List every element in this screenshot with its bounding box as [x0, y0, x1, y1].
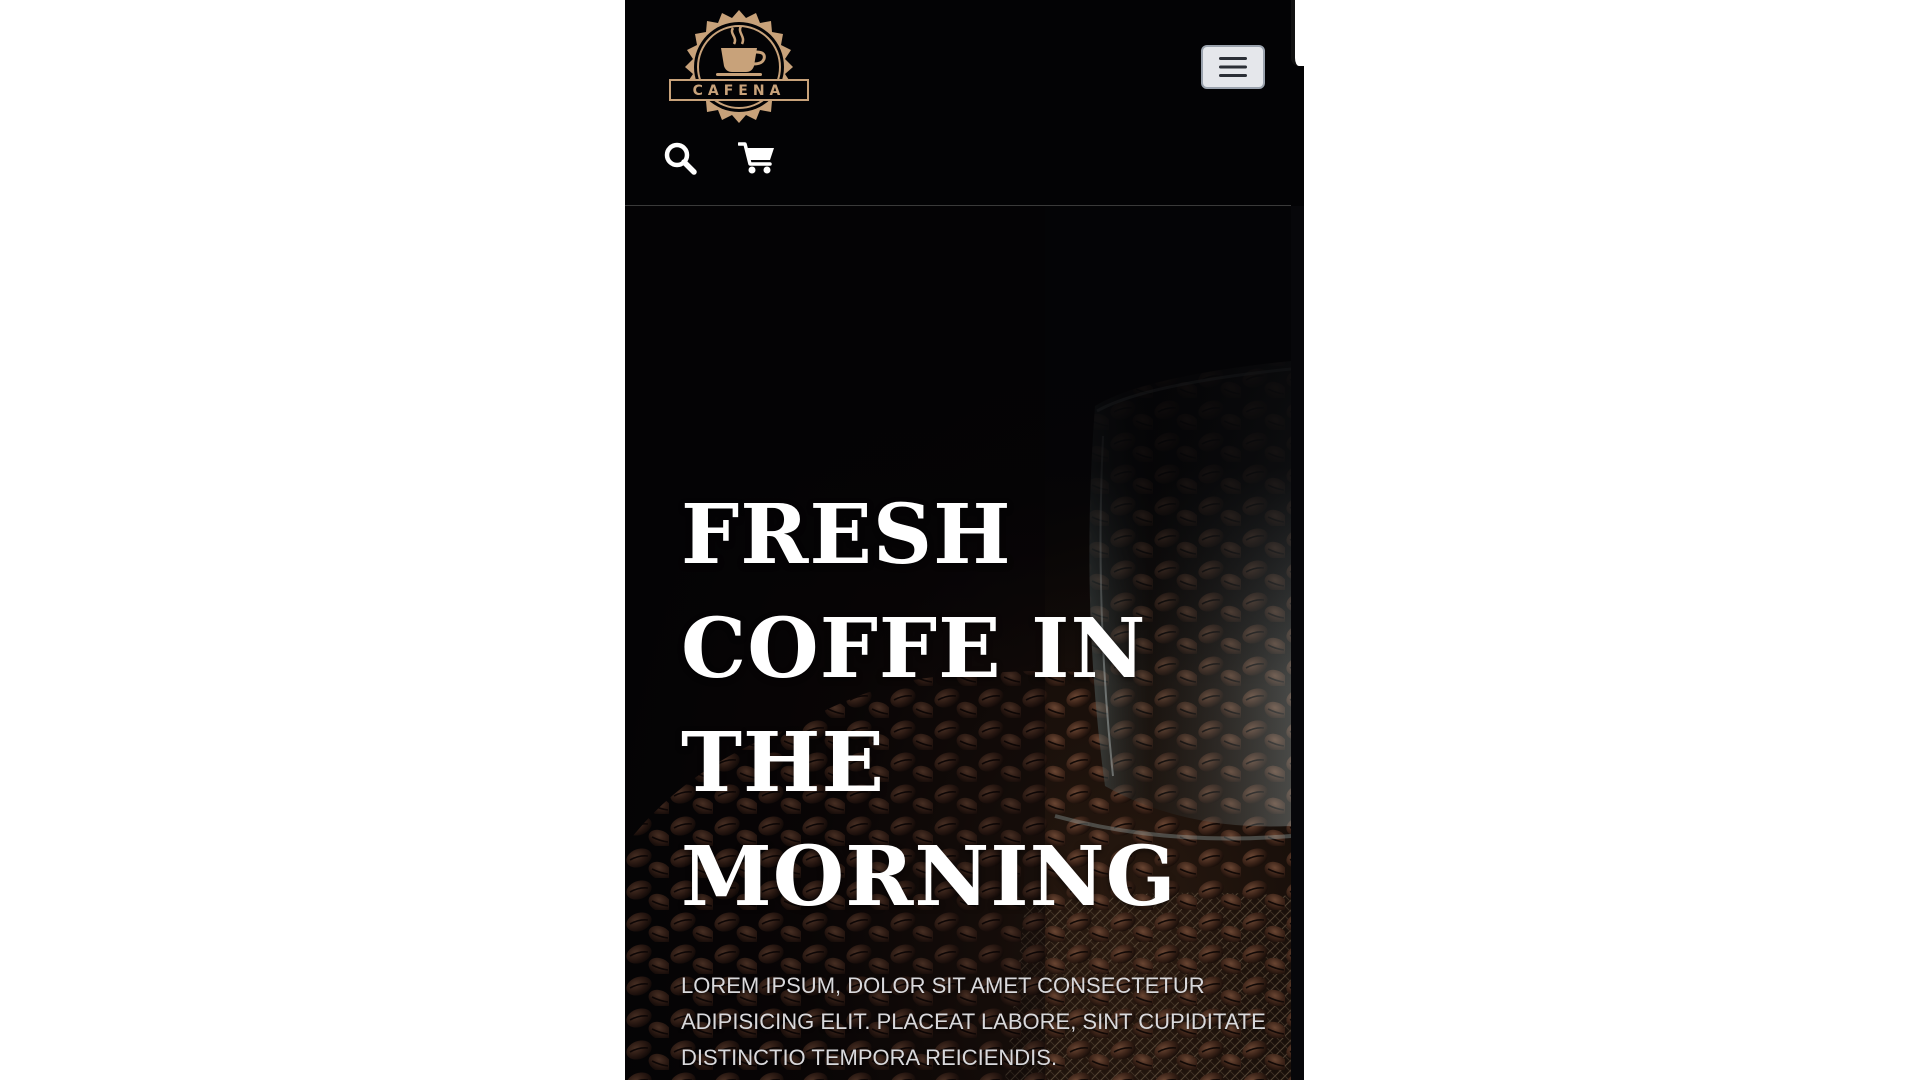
navbar-toggler-button[interactable] [1201, 45, 1265, 89]
navbar: CAFENA [625, 0, 1291, 206]
search-icon [664, 142, 697, 175]
mobile-viewport: CAFENA FRESH COFFE IN THE MORNING LOREM … [625, 0, 1304, 1080]
hero-title: FRESH COFFE IN THE MORNING [681, 487, 1177, 925]
coffee-cup-badge-icon: CAFENA [669, 10, 809, 123]
hero-description: LOREM IPSUM, DOLOR SIT AMET CONSECTETUR … [681, 973, 1266, 1070]
brand-name-text: CAFENA [693, 83, 786, 99]
search-button[interactable] [662, 140, 698, 176]
scrollbar-track [1291, 206, 1304, 1080]
hamburger-menu-icon [1219, 57, 1247, 77]
scrollbar-thumb[interactable] [1291, 0, 1304, 66]
cart-button[interactable] [737, 140, 774, 176]
hero-section: FRESH COFFE IN THE MORNING LOREM IPSUM, … [625, 206, 1291, 1080]
shopping-cart-icon [737, 142, 774, 174]
brand-logo[interactable]: CAFENA [666, 8, 812, 130]
